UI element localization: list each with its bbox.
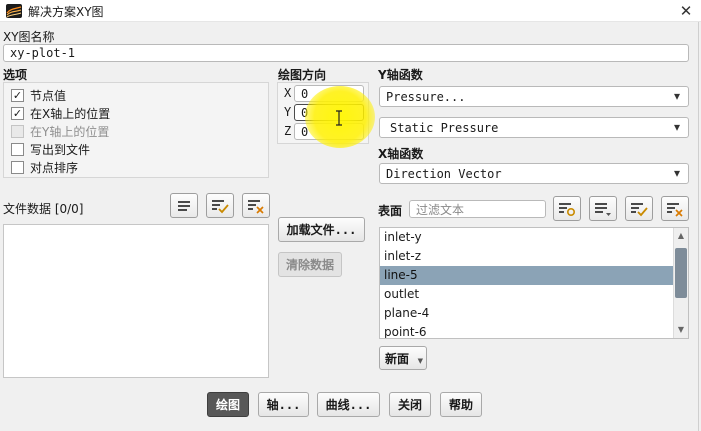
selected-value: Pressure...	[386, 89, 466, 104]
close-button[interactable]: 关闭	[389, 392, 431, 417]
scrollbar[interactable]: ▲ ▼	[673, 228, 688, 338]
load-file-button[interactable]: 加载文件...	[278, 217, 365, 242]
plot-name-label: XY图名称	[3, 30, 55, 44]
option-order-points[interactable]: 对点排序	[11, 158, 110, 176]
plot-direction-label: 绘图方向	[278, 68, 327, 82]
title-bar: 解决方案XY图 ✕	[0, 0, 701, 22]
scroll-thumb[interactable]	[675, 248, 687, 298]
list-filter-icon	[559, 202, 576, 216]
axes-button[interactable]: 轴...	[258, 392, 309, 417]
scroll-down-icon[interactable]: ▼	[674, 322, 688, 336]
list-item[interactable]: line-5	[380, 266, 688, 285]
direction-x-label: X	[284, 86, 292, 100]
list-format-button[interactable]	[170, 193, 198, 218]
list-clear-icon	[248, 199, 264, 214]
option-label: 对点排序	[30, 160, 79, 175]
option-write-to-file[interactable]: 写出到文件	[11, 140, 110, 158]
option-node-values[interactable]: ✓ 节点值	[11, 86, 110, 104]
list-icon	[178, 200, 190, 211]
selected-value: Direction Vector	[386, 166, 502, 181]
direction-y-input[interactable]: 0	[294, 104, 364, 121]
option-position-on-y: 在Y轴上的位置	[11, 122, 110, 140]
file-data-list[interactable]	[3, 224, 269, 378]
checkbox-icon[interactable]	[11, 160, 24, 174]
list-dropdown-icon	[595, 202, 611, 216]
list-item[interactable]: inlet-y	[380, 228, 688, 247]
list-item[interactable]: inlet-z	[380, 247, 688, 266]
options-group: ✓ 节点值 ✓ 在X轴上的位置 在Y轴上的位置 写出到文件 对点排序	[3, 82, 269, 178]
direction-z-label: Z	[284, 124, 292, 138]
surfaces-deselect-all-button[interactable]	[661, 196, 689, 221]
surface-list[interactable]: inlet-y inlet-z line-5 outlet plane-4 po…	[379, 227, 689, 339]
y-function-quantity-select[interactable]: Static Pressure ▼	[379, 117, 689, 138]
checkbox-icon[interactable]	[11, 142, 24, 156]
direction-z-input[interactable]: 0	[294, 123, 364, 140]
x-function-label: X轴函数	[378, 147, 424, 161]
scroll-up-icon[interactable]: ▲	[674, 228, 688, 242]
new-surface-label: 新面	[385, 351, 410, 366]
window-edge	[698, 22, 699, 431]
checkbox-icon	[11, 124, 24, 138]
clear-data-button: 清除数据	[278, 252, 342, 277]
file-data-label: 文件数据 [0/0]	[3, 202, 84, 216]
checkbox-icon[interactable]: ✓	[11, 106, 24, 120]
option-label: 写出到文件	[30, 142, 91, 157]
checkbox-icon[interactable]: ✓	[11, 88, 24, 102]
chevron-down-icon: ▼	[673, 91, 680, 102]
surfaces-label: 表面	[378, 204, 403, 218]
plot-button[interactable]: 绘图	[207, 392, 249, 417]
options-label: 选项	[3, 68, 28, 82]
list-item[interactable]: outlet	[380, 285, 688, 304]
x-function-select[interactable]: Direction Vector ▼	[379, 163, 689, 184]
close-icon[interactable]: ✕	[674, 0, 698, 22]
surface-filter-input[interactable]: 过滤文本	[409, 200, 546, 218]
list-menu-button[interactable]	[589, 196, 617, 221]
list-clear-icon	[667, 202, 683, 217]
y-function-category-select[interactable]: Pressure... ▼	[379, 86, 689, 107]
deselect-all-button[interactable]	[242, 193, 270, 218]
new-surface-button[interactable]: 新面 ▼	[379, 346, 427, 370]
selected-value: Static Pressure	[390, 120, 499, 135]
option-label: 在X轴上的位置	[30, 106, 111, 121]
app-icon	[6, 4, 22, 18]
option-label: 在Y轴上的位置	[30, 124, 110, 139]
filter-list-button[interactable]	[553, 196, 581, 221]
list-check-icon	[212, 199, 229, 213]
option-label: 节点值	[30, 88, 67, 103]
list-item[interactable]: point-6	[380, 323, 688, 338]
direction-x-input[interactable]: 0	[294, 85, 364, 102]
chevron-down-icon: ▼	[673, 168, 680, 179]
text-cursor-icon	[334, 110, 344, 126]
list-check-icon	[631, 202, 648, 216]
surfaces-select-all-button[interactable]	[625, 196, 653, 221]
y-function-label: Y轴函数	[378, 68, 423, 82]
curves-button[interactable]: 曲线...	[317, 392, 380, 417]
help-button[interactable]: 帮助	[440, 392, 482, 417]
direction-y-label: Y	[284, 105, 292, 119]
plot-name-input[interactable]: xy-plot-1	[3, 44, 689, 62]
option-position-on-x[interactable]: ✓ 在X轴上的位置	[11, 104, 110, 122]
window-title: 解决方案XY图	[28, 5, 104, 19]
list-item[interactable]: plane-4	[380, 304, 688, 323]
select-all-button[interactable]	[206, 193, 234, 218]
chevron-down-icon: ▼	[673, 122, 680, 133]
chevron-down-icon: ▼	[417, 357, 423, 365]
